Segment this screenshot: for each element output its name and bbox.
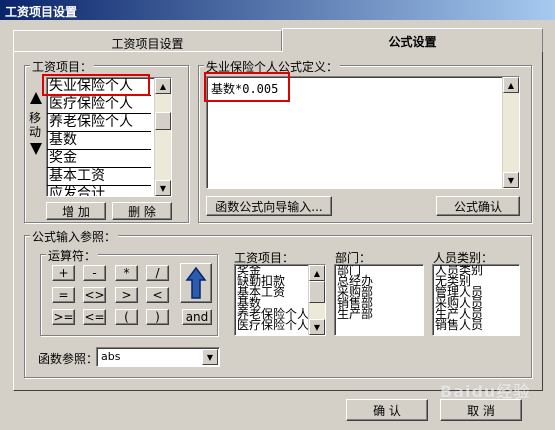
operator-close-paren-button[interactable]: ) xyxy=(146,309,169,325)
scroll-thumb[interactable] xyxy=(155,112,171,130)
ok-button[interactable]: 确 认 xyxy=(346,399,428,421)
scroll-down-icon[interactable]: ▼ xyxy=(155,180,171,196)
operators-legend: 运算符： xyxy=(46,247,99,264)
operator-minus-button[interactable]: - xyxy=(83,265,106,281)
function-wizard-button[interactable]: 函数公式向导输入... xyxy=(206,196,332,216)
tab-formula-settings[interactable]: 公式设置 xyxy=(282,28,543,52)
formula-confirm-button[interactable]: 公式确认 xyxy=(436,196,520,216)
department-list[interactable]: 部门 总经办 采购部 销售部 生产部 xyxy=(334,264,424,336)
highlight-box xyxy=(42,74,150,96)
salary-items-legend: 工资项目： xyxy=(30,58,95,75)
operator-open-paren-button[interactable]: ( xyxy=(115,309,138,325)
scroll-down-icon[interactable]: ▼ xyxy=(309,319,325,335)
add-button[interactable]: 增 加 xyxy=(46,202,106,220)
list-item[interactable]: 奖金 xyxy=(47,150,151,168)
tab-label: 工资项目设置 xyxy=(111,37,184,51)
formula-scrollbar[interactable]: ▲ ▼ xyxy=(502,77,519,188)
operator-greater-equal-button[interactable]: >= xyxy=(52,309,75,325)
operator-less-button[interactable]: < xyxy=(146,287,169,303)
tab-salary-items[interactable]: 工资项目设置 xyxy=(13,30,282,52)
operator-divide-button[interactable]: / xyxy=(146,265,169,281)
salary-items-ref-scrollbar[interactable]: ▲ ▼ xyxy=(308,265,325,335)
tab-label: 公式设置 xyxy=(388,35,437,49)
move-label: 动 xyxy=(29,125,42,139)
list-item[interactable]: 应发合计 xyxy=(47,186,151,196)
arrow-up-icon xyxy=(185,266,207,299)
list-item[interactable]: 医疗保险个人 xyxy=(47,96,151,114)
list-item[interactable]: 基数 xyxy=(47,132,151,150)
insert-arrow-button[interactable] xyxy=(180,263,212,303)
staff-category-list[interactable]: 人员类别 无类别 管理人员 采购人员 生产人员 销售人员 xyxy=(432,264,520,336)
operator-less-equal-button[interactable]: <= xyxy=(83,309,106,325)
list-item[interactable]: 销售人员 xyxy=(433,319,519,331)
highlight-box xyxy=(204,72,290,102)
list-item[interactable]: 基本工资 xyxy=(47,168,151,186)
operator-multiply-button[interactable]: * xyxy=(115,265,138,281)
cancel-button[interactable]: 取 消 xyxy=(440,399,522,421)
operator-not-equal-button[interactable]: <> xyxy=(83,287,106,303)
scroll-up-icon[interactable]: ▲ xyxy=(503,77,519,93)
window-title: 工资项目设置 xyxy=(0,0,555,20)
list-item[interactable]: 养老保险个人 xyxy=(47,114,151,132)
operator-and-button[interactable]: and xyxy=(182,309,212,325)
scroll-up-icon[interactable]: ▲ xyxy=(309,265,325,281)
formula-input-legend: 公式输入参照： xyxy=(30,228,119,245)
scroll-up-icon[interactable]: ▲ xyxy=(155,78,171,94)
watermark-logo: Baidu经验 xyxy=(440,382,531,401)
scroll-thumb[interactable] xyxy=(309,281,325,303)
list-item[interactable]: 生产部 xyxy=(335,308,423,320)
function-select-value: abs xyxy=(101,350,121,363)
function-ref-label: 函数参照： xyxy=(38,352,99,366)
delete-button[interactable]: 删 除 xyxy=(112,202,172,220)
operator-greater-button[interactable]: > xyxy=(115,287,138,303)
chevron-down-icon[interactable]: ▼ xyxy=(202,349,218,365)
operator-equal-button[interactable]: = xyxy=(52,287,75,303)
operator-plus-button[interactable]: + xyxy=(52,265,75,281)
salary-items-scrollbar[interactable]: ▲ ▼ xyxy=(154,78,171,196)
scroll-down-icon[interactable]: ▼ xyxy=(503,172,519,188)
function-select[interactable]: abs ▼ xyxy=(96,347,220,367)
